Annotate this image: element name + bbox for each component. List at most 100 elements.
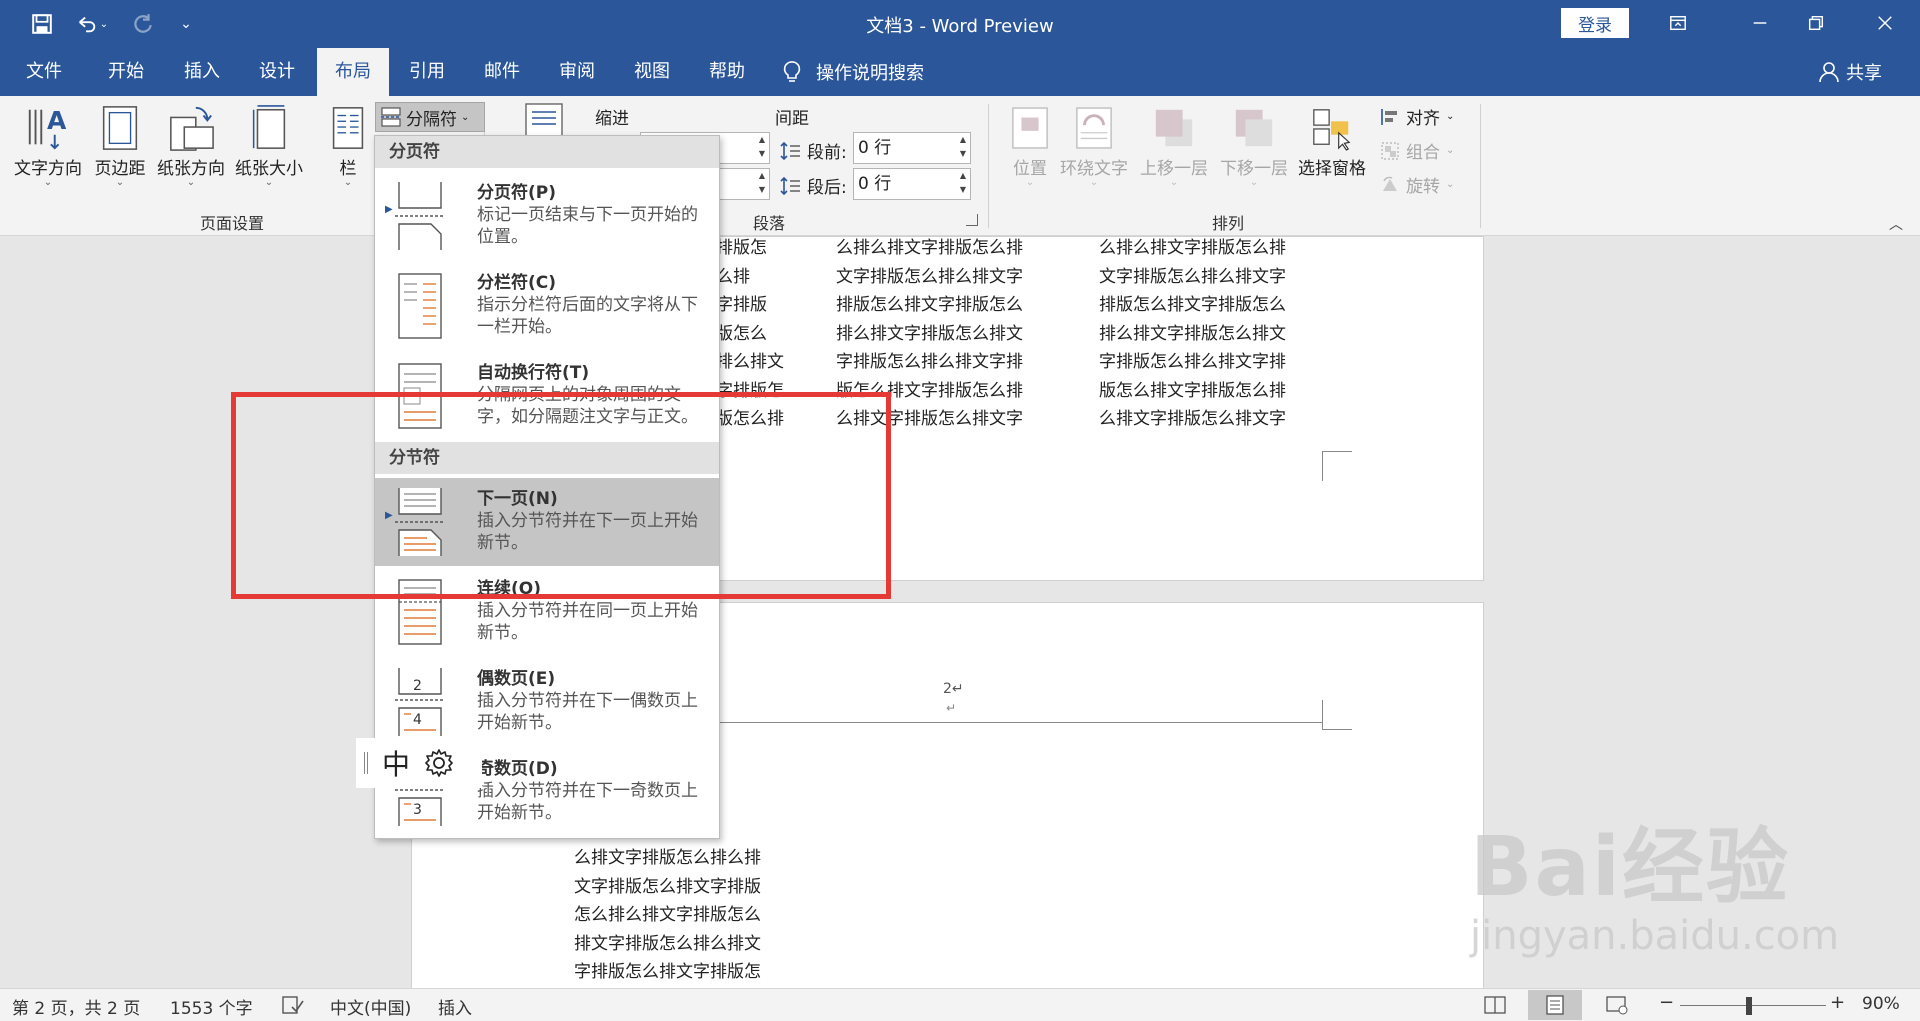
- bring-forward-icon: [1155, 109, 1193, 147]
- document-text-line: 么排文字排版怎么排么排: [574, 848, 761, 868]
- read-mode-icon[interactable]: [1484, 995, 1506, 1015]
- ribbon-tabs: 文件 开始 插入 设计 布局 引用 邮件 审阅 视图 帮助 操作说明搜索 共享: [0, 48, 1920, 96]
- zoom-in-button[interactable]: +: [1830, 992, 1845, 1013]
- menu-item-page-break[interactable]: ▶ 分页符(P) 标记一页结束与下一页开始的位置。: [375, 172, 719, 260]
- tab-references[interactable]: 引用: [395, 48, 459, 96]
- tab-view[interactable]: 视图: [620, 48, 684, 96]
- person-icon: [1819, 62, 1839, 83]
- breaks-button[interactable]: 分隔符 ⌄: [375, 102, 485, 132]
- group-button[interactable]: 组合 ⌄: [1380, 138, 1454, 163]
- share-button[interactable]: 共享: [1818, 48, 1882, 96]
- tab-file[interactable]: 文件: [12, 48, 76, 96]
- undo-icon[interactable]: ⌄: [70, 8, 114, 40]
- size-button[interactable]: 纸张大小 ⌄: [235, 102, 303, 188]
- zoom-slider-thumb[interactable]: [1745, 997, 1752, 1015]
- wrap-text-button[interactable]: 环绕文字 ⌄: [1060, 102, 1128, 188]
- default-marker-icon: ▶: [385, 510, 393, 521]
- columns-icon: [332, 107, 364, 149]
- spacing-before-field[interactable]: 0 行 ▲ ▼: [853, 132, 971, 164]
- page1-text-column-2: 么排么排文字排版怎么排 文字排版怎么排么排文字 排版怎么排文字排版怎么 排么排文字排版…: [836, 234, 1023, 434]
- text-direction-button[interactable]: A 文字方向 ⌄: [14, 102, 82, 188]
- share-label: 共享: [1846, 63, 1882, 84]
- web-layout-icon[interactable]: [1606, 995, 1628, 1015]
- language-indicator[interactable]: 中文(中国): [330, 994, 411, 1019]
- text-direction-icon: A: [28, 106, 67, 150]
- document-text-line: 文字排版怎么排文字排版: [574, 876, 761, 897]
- save-icon[interactable]: [26, 8, 58, 40]
- document-text-line: 排么排文字排版怎么排文: [1099, 323, 1286, 344]
- document-text-line: 么排么排文字排版怎么排: [1099, 238, 1286, 258]
- close-icon[interactable]: [1850, 0, 1920, 46]
- document-text-line: 版怎么排文字排版怎么排: [1099, 380, 1286, 401]
- page-break-icon: [395, 182, 445, 250]
- gear-icon[interactable]: [424, 748, 454, 778]
- collapse-ribbon-icon[interactable]: ︿: [1889, 214, 1903, 234]
- menu-item-even-page[interactable]: 24 偶数页(E) 插入分节符并在下一偶数页上开始新节。: [375, 658, 719, 746]
- svg-text:4: 4: [413, 712, 422, 728]
- login-button[interactable]: 登录: [1561, 8, 1629, 38]
- proofing-icon[interactable]: [282, 995, 304, 1015]
- breaks-dropdown-menu: 分页符 ▶ 分页符(P) 标记一页结束与下一页开始的位置。 分栏符(C) 指示分…: [374, 135, 720, 839]
- insert-mode-indicator[interactable]: 插入: [438, 994, 472, 1019]
- tab-review[interactable]: 审阅: [545, 48, 609, 96]
- ime-toolbar[interactable]: 中: [356, 738, 482, 788]
- customize-qat-icon[interactable]: ⌄: [176, 8, 196, 40]
- document-text-line: 字排版: [716, 295, 767, 315]
- document-text-line: 字排版怎么排么排文字排: [836, 352, 1023, 372]
- document-text-line: 么排么排文字排版怎么排: [836, 238, 1023, 258]
- ime-drag-handle[interactable]: [364, 752, 368, 774]
- document-text-line: 么排: [716, 266, 750, 287]
- zoom-level[interactable]: 90%: [1862, 994, 1900, 1014]
- ime-mode-indicator[interactable]: 中: [382, 743, 410, 783]
- document-text-line: 字排版怎么排文字排版怎: [574, 962, 761, 982]
- columns-button[interactable]: 栏 ⌄: [322, 102, 374, 188]
- spacing-after-label: 段后:: [779, 173, 847, 198]
- document-text-line: 排版怎么排文字排版怎么: [1099, 295, 1286, 315]
- print-layout-icon[interactable]: [1544, 995, 1566, 1015]
- redo-icon[interactable]: [128, 8, 158, 40]
- rotate-button[interactable]: 旋转 ⌄: [1380, 172, 1454, 197]
- document-text-line: 排文字排版怎么排么排文: [574, 933, 761, 954]
- align-icon: [1381, 108, 1397, 125]
- wrap-text-icon: [1076, 107, 1112, 149]
- bring-forward-label: 上移一层: [1140, 159, 1208, 179]
- align-button[interactable]: 对齐 ⌄: [1380, 104, 1454, 129]
- tab-insert[interactable]: 插入: [170, 48, 234, 96]
- tab-help[interactable]: 帮助: [695, 48, 759, 96]
- document-text-line: 怎么排么排文字排版怎么: [574, 905, 761, 925]
- bring-forward-button[interactable]: 上移一层 ⌄: [1140, 102, 1208, 188]
- zoom-slider-track[interactable]: [1680, 1005, 1826, 1006]
- document-text-line: 排么排文字排版怎么排文: [836, 323, 1023, 344]
- spacing-after-field[interactable]: 0 行 ▲ ▼: [853, 168, 971, 200]
- tell-me-label: 操作说明搜索: [816, 63, 924, 84]
- orientation-button[interactable]: 纸张方向 ⌄: [157, 102, 225, 188]
- zoom-out-button[interactable]: −: [1659, 992, 1674, 1013]
- group-icon: [1381, 141, 1399, 160]
- word-count[interactable]: 1553 个字: [170, 994, 253, 1019]
- document-text-line: 排么排文: [716, 352, 784, 372]
- tab-mailings[interactable]: 邮件: [470, 48, 534, 96]
- tab-design[interactable]: 设计: [245, 48, 309, 96]
- menu-item-continuous[interactable]: 连续(O) 插入分节符并在同一页上开始新节。: [375, 568, 719, 656]
- tab-home[interactable]: 开始: [94, 48, 158, 96]
- margins-button[interactable]: 页边距 ⌄: [94, 102, 146, 188]
- menu-item-text-wrapping-break[interactable]: 自动换行符(T) 分隔网页上的对象周围的文字，如分隔题注文字与正文。: [375, 352, 719, 440]
- position-button[interactable]: 位置 ⌄: [1004, 102, 1056, 188]
- menu-item-column-break[interactable]: 分栏符(C) 指示分栏符后面的文字将从下一栏开始。: [375, 262, 719, 350]
- spacing-before-icon: [780, 141, 800, 160]
- default-marker-icon: ▶: [385, 204, 393, 215]
- header-separator: [720, 722, 1322, 723]
- send-backward-button[interactable]: 下移一层 ⌄: [1220, 102, 1288, 188]
- ribbon-display-icon[interactable]: [1643, 0, 1713, 46]
- page-count[interactable]: 第 2 页，共 2 页: [12, 994, 140, 1019]
- restore-icon[interactable]: [1781, 0, 1851, 46]
- spacing-before-label: 段前:: [779, 138, 847, 163]
- paragraph-dialog-launcher[interactable]: [966, 214, 978, 226]
- baidu-watermark: Bai经验 jingyan.baidu.com: [1470, 800, 1839, 959]
- tell-me-search[interactable]: 操作说明搜索: [782, 48, 924, 96]
- send-backward-label: 下移一层: [1220, 159, 1288, 179]
- menu-item-next-page[interactable]: ▶ 下一页(N) 插入分节符并在下一页上开始新节。: [375, 478, 719, 566]
- tab-layout[interactable]: 布局: [317, 48, 389, 96]
- paper-size-icon: [252, 105, 286, 149]
- selection-pane-button[interactable]: 选择窗格: [1298, 102, 1366, 179]
